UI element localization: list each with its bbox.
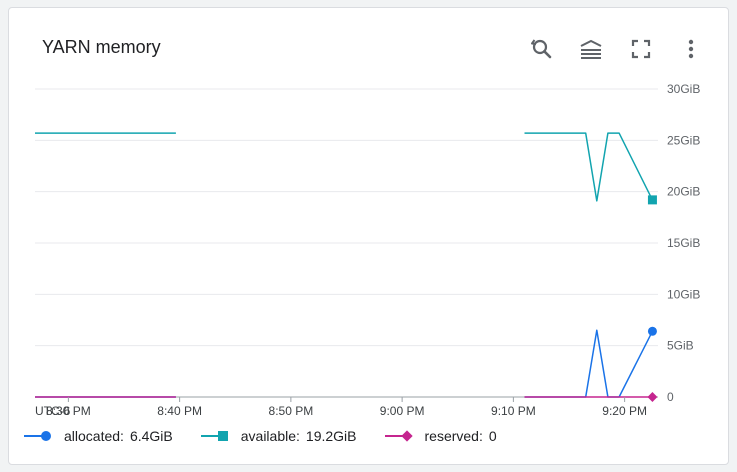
legend-reserved-value: 0 [488,428,497,444]
legend-available-name: available [240,428,297,444]
legend-reserved-sep: : [478,428,483,444]
legend-allocated-marker [24,431,51,441]
x-tick-label: 8:50 PM [269,404,314,418]
series-marker-available [647,195,657,205]
legend-item-allocated[interactable]: allocated: 6.4GiB [22,428,173,444]
legend-item-reserved[interactable]: reserved: 0 [383,428,497,444]
y-tick-label: 5GiB [667,339,694,353]
x-tick-label: 9:20 PM [602,404,647,418]
series-line-available [524,132,654,202]
series-line-allocated [524,329,654,398]
chart-series [35,132,658,402]
x-tick-label: 9:00 PM [380,404,425,418]
x-tick-label: 9:10 PM [491,404,536,418]
legend-available-marker [200,431,228,441]
x-axis-ticks: UTC-6 8:30 PM 8:40 PM 8:50 PM 9:00 PM 9:10 P… [35,397,647,418]
x-tick-label: 8:30 PM [46,404,91,418]
chart-legend: allocated: 6.4GiB available: 19.2GiB res… [22,428,523,444]
y-tick-label: 15GiB [667,236,700,250]
legend-available-sep: : [296,428,300,444]
yarn-memory-chart[interactable]: 30GiB25GiB20GiB15GiB10GiB5GiB0 UTC-6 8:3… [0,0,737,472]
legend-reserved-marker [384,430,413,442]
y-tick-label: 30GiB [667,82,700,96]
series-marker-allocated [647,326,657,336]
legend-reserved-name: reserved [424,428,479,444]
x-tick-label: 8:40 PM [157,404,202,418]
legend-allocated-name: allocated [64,428,121,444]
y-tick-label: 20GiB [667,185,700,199]
y-tick-label: 10GiB [667,287,700,301]
legend-allocated-sep: : [120,428,124,444]
y-tick-label: 25GiB [667,133,700,147]
y-axis-ticks: 30GiB 25GiB 20GiB 15GiB 10GiB 5GiB 0 [667,82,700,404]
legend-available-value: 19.2GiB [305,428,357,444]
series-marker-reserved [647,392,658,402]
chart-gridlines [35,88,658,398]
legend-item-available[interactable]: available: 19.2GiB [199,428,357,444]
legend-allocated-value: 6.4GiB [129,428,173,444]
y-tick-label: 0 [667,390,674,404]
